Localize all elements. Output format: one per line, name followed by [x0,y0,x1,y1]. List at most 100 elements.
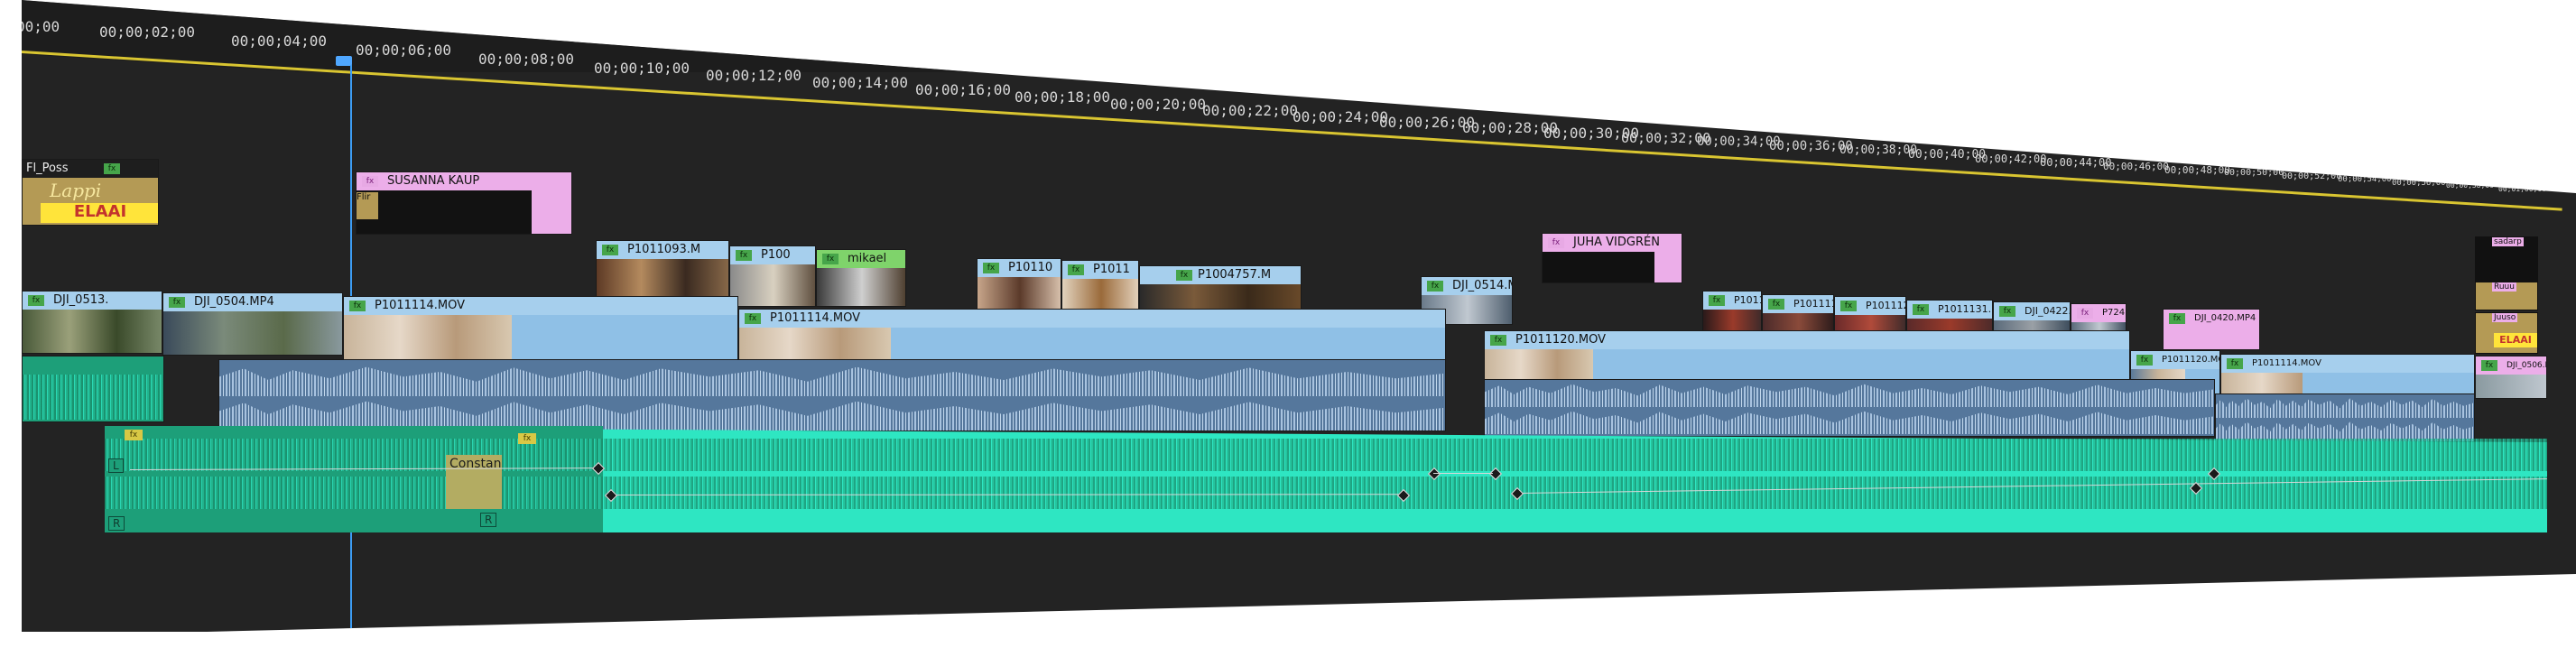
video-clip[interactable]: fx P1011114.MOV [343,296,738,361]
clip-name: P1011120.MOV [2162,355,2219,365]
clip-thumbnail [23,310,162,353]
timecode-label: 00;00;42;00 [1975,153,2047,165]
fx-badge: fx [1709,295,1725,306]
timecode-label: 00;00 [16,18,60,35]
clip-name: P1011131.MOV [1938,303,1992,315]
fx-badge: fx [2169,313,2185,324]
constant-power-transition[interactable]: Constan [446,455,502,509]
video-clip[interactable]: Fl_Poss fx Lappi ELAAI [22,159,159,226]
clip-name: P1011115 [1793,298,1833,310]
timecode-label: 00;00;26;00 [1379,114,1475,131]
end-clip-name: sadarp [2492,237,2524,246]
clip-thumbnail [730,264,815,306]
timecode-label: 00;00;46;00 [2103,161,2169,172]
video-clip[interactable]: fx P100 [729,245,816,307]
clip-header: fx P1011114.MOV [739,310,1445,328]
fx-badge: fx [822,254,839,264]
fx-badge: fx [2136,355,2153,366]
graphic-clip[interactable]: fx SUSANNA KAUP Flir [356,171,572,235]
timecode-label: 00;00;10;00 [594,60,690,77]
audio-clip[interactable] [218,359,1446,431]
clip-name: P1011 [1734,294,1761,306]
clip-header: fx DJI_0420.MP4 [2164,310,2259,328]
clip-header: fx DJI_0514.M [1422,277,1512,295]
clip-header: fx JUHA VIDGRÉN [1543,234,1682,252]
video-clip[interactable]: fx P1011 [1061,260,1139,316]
clip-name: DJI_0422.MP [2025,305,2070,317]
audio-clip[interactable] [1484,379,2215,437]
logo-elaai: ELAAI [2494,333,2537,347]
clip-header: fx P1011114.MOV [2221,355,2474,373]
video-clip[interactable]: fx mikael [816,249,906,307]
timecode-label: 00;00;24;00 [1293,108,1388,125]
clip-thumbnail [163,311,342,355]
logo-script: Lappi [50,180,102,201]
clip-header: fx DJI_0504.MP4 [163,293,342,311]
audio-clip[interactable] [2215,393,2475,442]
timecode-label: 00;00;22;00 [1202,102,1298,119]
fx-badge: fx [28,295,44,306]
fx-badge: fx [1913,304,1929,315]
audio-waveform [219,366,1445,396]
audio-waveform [23,375,163,420]
clip-header: fx P1011 [1703,292,1761,310]
fx-badge: fx [349,301,366,311]
logo-elaai: ELAAI [41,203,158,223]
fx-badge: fx [1068,264,1084,275]
timecode-label: 00;00;14;00 [812,74,908,91]
clip-name: P1011 [1093,263,1130,276]
graphic-pink-block [532,190,571,234]
video-clip[interactable]: fx DJI_0513. [22,291,162,354]
clip-name: P1004757.M [1198,268,1272,282]
fx-badge: fx [362,176,378,187]
end-graphic-clip[interactable]: Juuso ELAAI [2475,312,2538,354]
clip-header: fx SUSANNA KAUP [357,172,571,190]
clip-header: fx P1011114.MOV [344,297,737,315]
video-clip[interactable]: fx P10110 [977,258,1061,316]
clip-name: P100 [761,248,791,262]
fx-badge: fx [1999,306,2015,317]
fx-badge: fx [518,433,536,444]
clip-name: P101112 [1866,300,1905,311]
clip-header: fx P101112 [1835,297,1905,315]
timecode-label: 00;00;12;00 [706,67,802,84]
graphic-clip[interactable]: fx DJI_0420.MP4 [2163,309,2260,350]
volume-rubberband[interactable] [1433,473,1493,474]
end-graphic-clip[interactable]: Ruuu [2475,282,2538,310]
clip-header: fx DJI_0422.MP [1994,302,2070,320]
audio-clip[interactable] [22,356,164,422]
fx-badge: fx [983,263,999,273]
clip-thumbnail [739,328,891,364]
graphic-clip[interactable]: fx JUHA VIDGRÉN [1542,233,1682,283]
timecode-label: 00;00;20;00 [1110,96,1206,113]
video-clip[interactable]: fx P1011114.MOV [2220,354,2475,399]
channel-label-right: R [480,513,497,527]
fx-badge: fx [1548,237,1564,248]
audio-waveform [2216,398,2474,418]
audio-waveform [1485,411,2214,434]
video-clip[interactable]: fx DJI_0504.MP4 [162,292,343,356]
clip-name: P7241 [2102,308,2126,318]
timecode-label: 00;00;44;00 [2040,156,2112,169]
timecode-label: 00;01;00;00 [2498,185,2546,193]
clip-thumbnail [344,315,512,360]
fx-badge: fx [1176,270,1192,281]
clip-name: Fl_Poss [26,162,69,175]
fx-badge: fx [1490,335,1506,346]
fx-badge: fx [2077,308,2093,319]
timecode-label: 00;00;02;00 [99,23,195,41]
end-graphic-clip[interactable]: sadarp [2475,236,2538,282]
clip-header: fx P1011093.M [597,241,728,259]
clip-header: fx DJI_0513. [23,292,162,310]
clip-name: DJI_0506.MP4 [2507,361,2546,370]
clip-header: fx P100 [730,246,815,264]
graphic-text: Flir [357,192,378,219]
fx-badge: fx [1840,301,1857,311]
timecode-label: 00;00;56;00 [2392,179,2446,188]
fx-badge: fx [1427,281,1443,292]
time-ruler[interactable] [22,0,2576,72]
timecode-label: 00;00;52;00 [2282,171,2342,181]
clip-name: P1011093.M [627,243,701,256]
clip-header: fx P1004757.M [1140,266,1301,284]
video-clip[interactable]: fx DJI_0506.MP4 [2475,356,2547,399]
